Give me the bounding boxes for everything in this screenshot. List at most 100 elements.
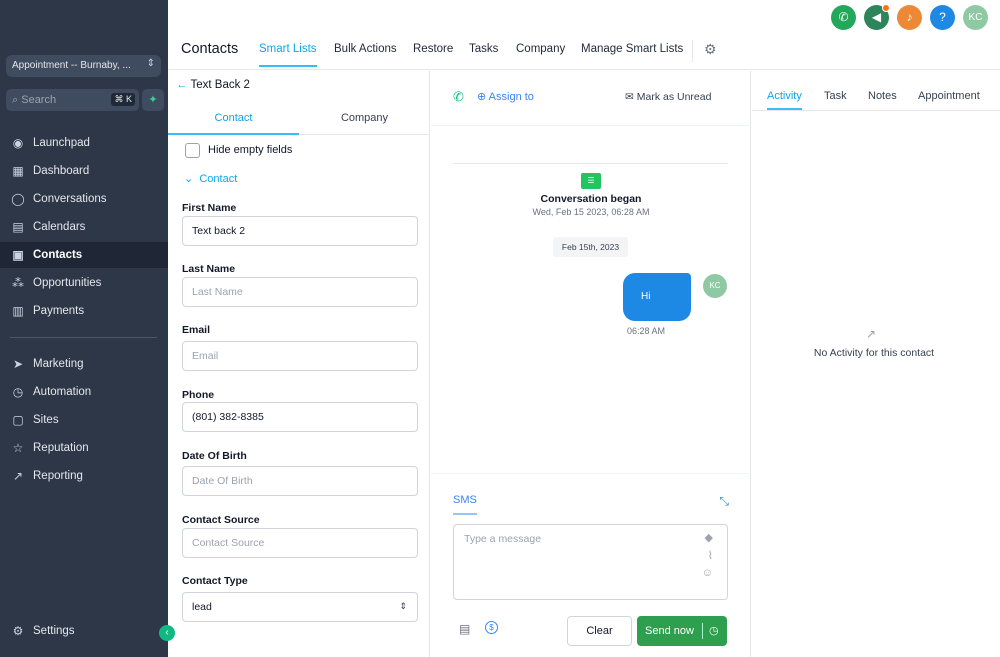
sidebar-item-conversations[interactable]: ◯ Conversations bbox=[0, 186, 168, 212]
payments-icon: ▥ bbox=[12, 304, 24, 318]
document-icon[interactable]: ▤ bbox=[459, 622, 470, 636]
tab-bulk-actions[interactable]: Bulk Actions bbox=[334, 43, 397, 55]
hide-empty-label: Hide empty fields bbox=[208, 144, 293, 156]
gear-icon[interactable]: ⚙ bbox=[704, 41, 717, 58]
contact-source-field[interactable]: Contact Source bbox=[182, 528, 418, 558]
sidebar-item-label: Reporting bbox=[33, 470, 83, 482]
dob-field[interactable]: Date Of Birth bbox=[182, 466, 418, 496]
tab-task[interactable]: Task bbox=[824, 90, 847, 102]
tab-sms[interactable]: SMS bbox=[453, 494, 477, 515]
app-root: Appointment -- Burnaby, ... ⇕ ⌕ Search ⌘… bbox=[0, 0, 1000, 657]
notifications-button[interactable]: ♪ bbox=[897, 5, 922, 30]
phone-icon: ✆ bbox=[838, 10, 849, 24]
collapse-sidebar-button[interactable]: ‹ bbox=[159, 625, 175, 641]
contact-tabs: Contact Company bbox=[168, 105, 430, 135]
tab-company[interactable]: Company bbox=[516, 43, 565, 55]
contact-type-value: lead bbox=[192, 601, 212, 613]
contact-name: Text Back 2 bbox=[190, 79, 250, 91]
sidebar-item-calendars[interactable]: ▤ Calendars bbox=[0, 214, 168, 240]
tab-appointment[interactable]: Appointment bbox=[918, 90, 980, 102]
first-name-field[interactable]: Text back 2 bbox=[182, 216, 418, 246]
location-name: Appointment -- Burnaby, ... bbox=[12, 60, 131, 71]
message-placeholder: Type a message bbox=[464, 533, 542, 545]
last-name-field[interactable]: Last Name bbox=[182, 277, 418, 307]
activity-trend-icon: ↗ bbox=[866, 327, 877, 341]
back-link[interactable]: ← Text Back 2 bbox=[176, 79, 250, 91]
grid-icon: ▦ bbox=[12, 164, 24, 178]
tag-icon[interactable]: ◆ bbox=[705, 531, 713, 544]
mark-unread-button[interactable]: ✉ Mark as Unread bbox=[625, 91, 711, 103]
tab-manage-smart-lists[interactable]: Manage Smart Lists bbox=[581, 43, 683, 55]
sidebar-item-label: Calendars bbox=[33, 221, 86, 233]
megaphone-icon: ◀ bbox=[871, 10, 882, 24]
header-divider bbox=[692, 40, 693, 62]
tab-smart-lists[interactable]: Smart Lists bbox=[259, 43, 317, 67]
sidebar-item-opportunities[interactable]: ⁂ Opportunities bbox=[0, 270, 168, 296]
contact-source-label: Contact Source bbox=[182, 514, 260, 526]
sites-icon: ▢ bbox=[12, 413, 24, 427]
message-input[interactable]: Type a message ◆ ⌇ ☺ bbox=[453, 524, 728, 600]
message-composer: SMS ⤡ Type a message ◆ ⌇ ☺ ▤ $ Clear Sen… bbox=[431, 473, 751, 657]
chevron-left-icon: ‹ bbox=[165, 627, 169, 638]
sidebar-item-label: Settings bbox=[33, 625, 75, 637]
activity-panel: Activity Task Notes Appointment ↗ No Act… bbox=[752, 71, 1000, 657]
phone-icon[interactable]: ✆ bbox=[453, 89, 464, 105]
sidebar-item-sites[interactable]: ▢ Sites bbox=[0, 407, 168, 433]
tab-notes[interactable]: Notes bbox=[868, 90, 897, 102]
clear-button[interactable]: Clear bbox=[567, 616, 632, 646]
contact-section-toggle[interactable]: ⌄ Contact bbox=[184, 172, 237, 185]
conversation-began-title: Conversation began bbox=[540, 193, 642, 205]
sidebar-item-contacts[interactable]: ▣ Contacts bbox=[0, 242, 168, 268]
tab-tasks[interactable]: Tasks bbox=[469, 43, 498, 55]
hide-empty-checkbox[interactable] bbox=[185, 143, 200, 158]
announcements-button[interactable]: ◀ bbox=[864, 4, 890, 30]
schedule-clock-icon[interactable]: ◷ bbox=[709, 616, 719, 646]
location-switcher[interactable]: Appointment -- Burnaby, ... ⇕ bbox=[6, 55, 161, 77]
phone-button[interactable]: ✆ bbox=[831, 5, 856, 30]
sidebar-item-label: Sites bbox=[33, 414, 59, 426]
tab-restore[interactable]: Restore bbox=[413, 43, 453, 55]
assign-button[interactable]: ⊕ Assign to bbox=[477, 90, 534, 103]
first-name-label: First Name bbox=[182, 202, 237, 214]
arrow-left-icon: ← bbox=[176, 79, 188, 91]
bolt-icon: ✦ bbox=[148, 94, 158, 106]
last-name-label: Last Name bbox=[182, 263, 236, 275]
sidebar-item-label: Dashboard bbox=[33, 165, 90, 177]
sidebar-item-settings[interactable]: ⚙ Settings bbox=[0, 618, 168, 644]
tab-activity[interactable]: Activity bbox=[767, 90, 802, 110]
help-button[interactable]: ? bbox=[930, 5, 955, 30]
emoji-icon[interactable]: ☺ bbox=[702, 567, 713, 579]
sidebar-search[interactable]: ⌕ Search ⌘ K bbox=[6, 89, 139, 111]
dob-label: Date Of Birth bbox=[182, 450, 247, 462]
sidebar-item-label: Marketing bbox=[33, 358, 84, 370]
sidebar-item-reputation[interactable]: ☆ Reputation bbox=[0, 435, 168, 461]
attachment-icon[interactable]: ⌇ bbox=[708, 549, 713, 562]
sidebar: Appointment -- Burnaby, ... ⇕ ⌕ Search ⌘… bbox=[0, 0, 168, 657]
mark-unread-label: Mark as Unread bbox=[636, 91, 712, 103]
collapse-icon[interactable]: ⤡ bbox=[719, 494, 729, 509]
user-avatar[interactable]: KC bbox=[963, 5, 988, 30]
conversation-began-date: Wed, Feb 15 2023, 06:28 AM bbox=[532, 207, 650, 217]
dollar-icon[interactable]: $ bbox=[485, 621, 498, 634]
topbar-actions: ✆ ◀ ♪ ? KC bbox=[831, 4, 988, 30]
message-avatar: KC bbox=[703, 274, 727, 298]
send-now-button[interactable]: Send now ◷ bbox=[637, 616, 727, 646]
sidebar-item-launchpad[interactable]: ◉ Launchpad bbox=[0, 130, 168, 156]
sidebar-item-label: Conversations bbox=[33, 193, 107, 205]
plus-circle-icon: ⊕ bbox=[477, 91, 487, 103]
contact-type-select[interactable]: lead ⇕ bbox=[182, 592, 418, 622]
help-icon: ? bbox=[939, 10, 946, 24]
contact-panel: ← Text Back 2 Contact Company Hide empty… bbox=[168, 71, 430, 657]
email-field[interactable]: Email bbox=[182, 341, 418, 371]
phone-field[interactable]: (801) 382-8385 bbox=[182, 402, 418, 432]
tab-company-details[interactable]: Company bbox=[299, 112, 430, 124]
sidebar-item-dashboard[interactable]: ▦ Dashboard bbox=[0, 158, 168, 184]
sidebar-item-reporting[interactable]: ↗ Reporting bbox=[0, 463, 168, 489]
sidebar-item-automation[interactable]: ◷ Automation bbox=[0, 379, 168, 405]
search-shortcut: ⌘ K bbox=[111, 93, 135, 106]
tab-contact[interactable]: Contact bbox=[168, 112, 299, 135]
sidebar-item-marketing[interactable]: ➤ Marketing bbox=[0, 351, 168, 377]
page-header: Contacts Smart Lists Bulk Actions Restor… bbox=[168, 32, 1000, 70]
sidebar-item-payments[interactable]: ▥ Payments bbox=[0, 298, 168, 324]
quick-action-button[interactable]: ✦ bbox=[142, 89, 164, 111]
